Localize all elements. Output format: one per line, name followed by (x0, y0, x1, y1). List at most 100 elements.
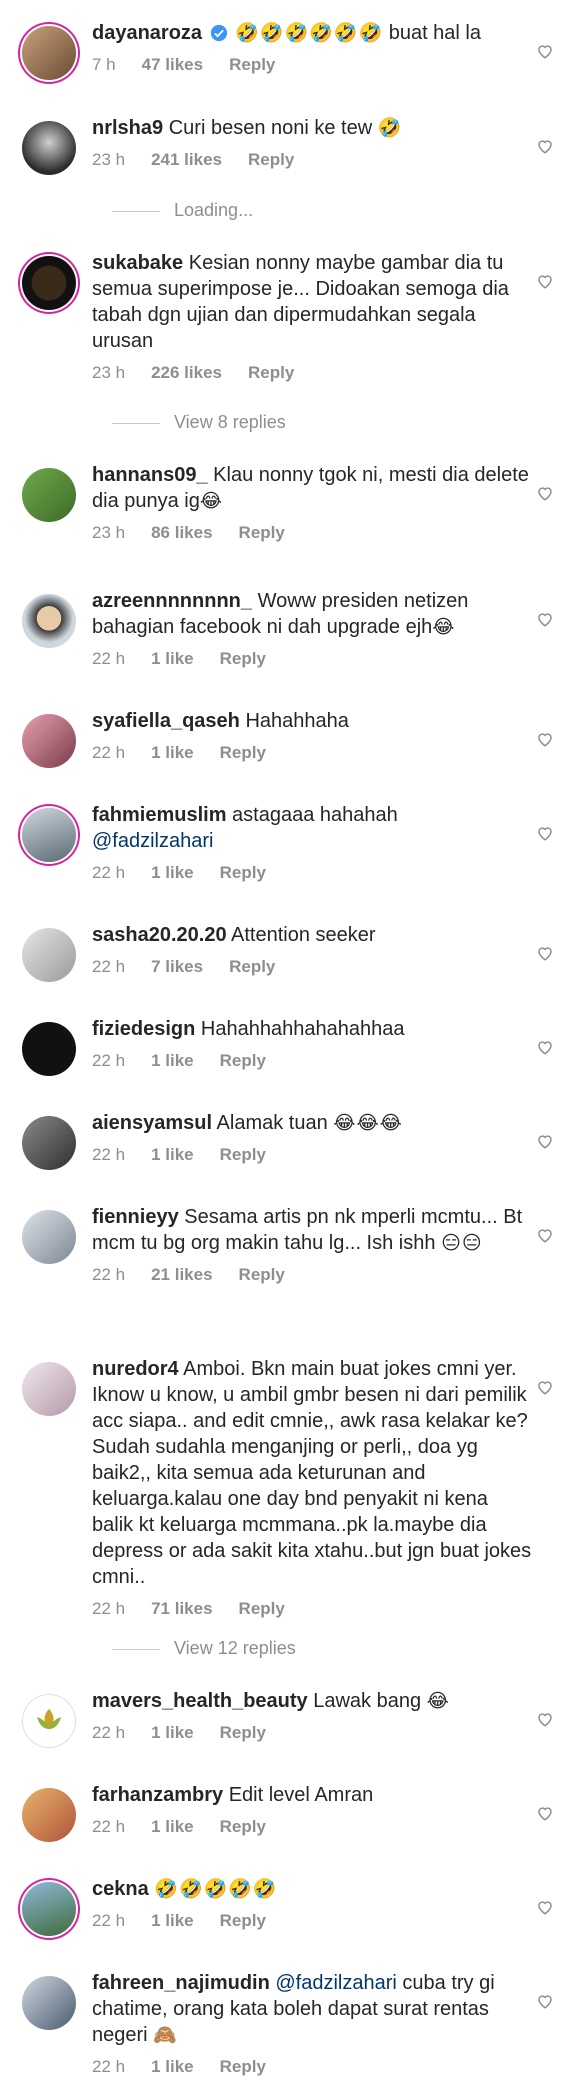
reply-button[interactable]: Reply (220, 1145, 266, 1164)
reply-button[interactable]: Reply (248, 150, 294, 169)
avatar[interactable] (22, 256, 76, 310)
avatar[interactable] (22, 1882, 76, 1936)
heart-outline-icon[interactable] (536, 42, 554, 60)
heart-outline-icon[interactable] (536, 1226, 554, 1244)
comment-likes[interactable]: 1 like (151, 1051, 194, 1070)
comment-likes[interactable]: 1 like (151, 2057, 194, 2076)
view-replies-button[interactable]: View 12 replies (112, 1638, 296, 1659)
comment-username[interactable]: nrlsha9 (92, 117, 163, 139)
avatar[interactable] (22, 1362, 76, 1416)
reply-button[interactable]: Reply (220, 743, 266, 762)
comment-username[interactable]: fiziedesign (92, 1018, 195, 1040)
comment-body: aiensyamsul Alamak tuan 😂😂😂 22 h 1 like Re… (92, 1110, 532, 1168)
reply-button[interactable]: Reply (220, 2057, 266, 2076)
comment-time: 22 h (92, 1145, 126, 1164)
comment-username[interactable]: sukabake (92, 252, 183, 274)
comment-time: 23 h (92, 523, 126, 542)
comment-username[interactable]: fahmiemuslim (92, 804, 226, 826)
heart-outline-icon[interactable] (536, 1378, 554, 1396)
reply-button[interactable]: Reply (239, 1599, 285, 1618)
reply-button[interactable]: Reply (220, 863, 266, 882)
heart-outline-icon[interactable] (536, 272, 554, 290)
heart-outline-icon[interactable] (536, 1898, 554, 1916)
reply-button[interactable]: Reply (229, 55, 275, 74)
comment-text: Edit level Amran (228, 1784, 374, 1806)
avatar[interactable] (22, 468, 76, 522)
heart-outline-icon[interactable] (536, 730, 554, 748)
avatar[interactable] (22, 1694, 76, 1748)
comment-likes[interactable]: 1 like (151, 1723, 194, 1742)
reply-button[interactable]: Reply (220, 1817, 266, 1836)
comment-likes[interactable]: 1 like (151, 1145, 194, 1164)
comment-likes[interactable]: 241 likes (151, 150, 222, 169)
comment-time: 22 h (92, 957, 126, 976)
comment-likes[interactable]: 71 likes (151, 1599, 212, 1618)
comment-username[interactable]: cekna (92, 1878, 149, 1900)
comment-text: Hahahhahhahahahhaa (200, 1018, 405, 1040)
comment-username[interactable]: fahreen_najimudin (92, 1972, 270, 1994)
comment-username[interactable]: nuredor4 (92, 1358, 179, 1380)
comment-mention[interactable]: @fadzilzahari (275, 1972, 396, 1994)
heart-outline-icon[interactable] (536, 484, 554, 502)
avatar[interactable] (22, 121, 76, 175)
reply-button[interactable]: Reply (220, 1723, 266, 1742)
comment-likes[interactable]: 86 likes (151, 523, 212, 542)
comment-username[interactable]: fiennieyy (92, 1206, 179, 1228)
comment-mention[interactable]: @fadzilzahari (92, 830, 213, 852)
heart-outline-icon[interactable] (536, 1992, 554, 2010)
leaf-logo-icon (37, 1709, 61, 1729)
avatar[interactable] (22, 714, 76, 768)
comment-username[interactable]: sasha20.20.20 (92, 924, 227, 946)
comment-text: Attention seeker (231, 924, 376, 946)
avatar[interactable] (22, 1788, 76, 1842)
comment-time: 22 h (92, 1051, 126, 1070)
heart-outline-icon[interactable] (536, 1132, 554, 1150)
comment-likes[interactable]: 1 like (151, 1817, 194, 1836)
comment-likes[interactable]: 226 likes (151, 363, 222, 382)
avatar[interactable] (22, 26, 76, 80)
comment-likes[interactable]: 47 likes (142, 55, 203, 74)
reply-button[interactable]: Reply (220, 649, 266, 668)
avatar[interactable] (22, 1116, 76, 1170)
comment-text: astagaaa hahahah (232, 804, 398, 826)
comment-username[interactable]: syafiella_qaseh (92, 710, 240, 732)
comment-time: 22 h (92, 649, 126, 668)
avatar[interactable] (22, 1022, 76, 1076)
reply-button[interactable]: Reply (239, 1265, 285, 1284)
comment-likes[interactable]: 1 like (151, 863, 194, 882)
heart-outline-icon[interactable] (536, 1710, 554, 1728)
comment-body: fiziedesign Hahahhahhahahahhaa 22 h 1 lik… (92, 1016, 532, 1074)
comment-username[interactable]: farhanzambry (92, 1784, 223, 1806)
reply-button[interactable]: Reply (220, 1051, 266, 1070)
reply-button[interactable]: Reply (239, 523, 285, 542)
reply-button[interactable]: Reply (229, 957, 275, 976)
reply-button[interactable]: Reply (220, 1911, 266, 1930)
heart-outline-icon[interactable] (536, 944, 554, 962)
avatar[interactable] (22, 928, 76, 982)
heart-outline-icon[interactable] (536, 824, 554, 842)
heart-outline-icon[interactable] (536, 610, 554, 628)
comment-time: 22 h (92, 863, 126, 882)
heart-outline-icon[interactable] (536, 137, 554, 155)
reply-button[interactable]: Reply (248, 363, 294, 382)
avatar[interactable] (22, 1210, 76, 1264)
comment-username[interactable]: dayanaroza (92, 22, 202, 44)
comment-body: fiennieyy Sesama artis pn nk mperli mcmt… (92, 1204, 532, 1288)
heart-outline-icon[interactable] (536, 1038, 554, 1056)
avatar[interactable] (22, 808, 76, 862)
comment-username[interactable]: aiensyamsul (92, 1112, 212, 1134)
avatar[interactable] (22, 594, 76, 648)
heart-outline-icon[interactable] (536, 1804, 554, 1822)
comment-emoji: 🤣🤣🤣🤣🤣🤣 (235, 22, 384, 44)
comment-body: fahmiemuslim astagaaa hahahah @fadzilzah… (92, 802, 532, 886)
comment-likes[interactable]: 1 like (151, 743, 194, 762)
comment-username[interactable]: azreennnnnnnn_ (92, 590, 252, 612)
comment-likes[interactable]: 7 likes (151, 957, 203, 976)
comment-likes[interactable]: 1 like (151, 1911, 194, 1930)
comment-username[interactable]: hannans09_ (92, 464, 208, 486)
avatar[interactable] (22, 1976, 76, 2030)
view-replies-button[interactable]: View 8 replies (112, 412, 286, 433)
comment-username[interactable]: mavers_health_beauty (92, 1690, 308, 1712)
comment-likes[interactable]: 21 likes (151, 1265, 212, 1284)
comment-likes[interactable]: 1 like (151, 649, 194, 668)
